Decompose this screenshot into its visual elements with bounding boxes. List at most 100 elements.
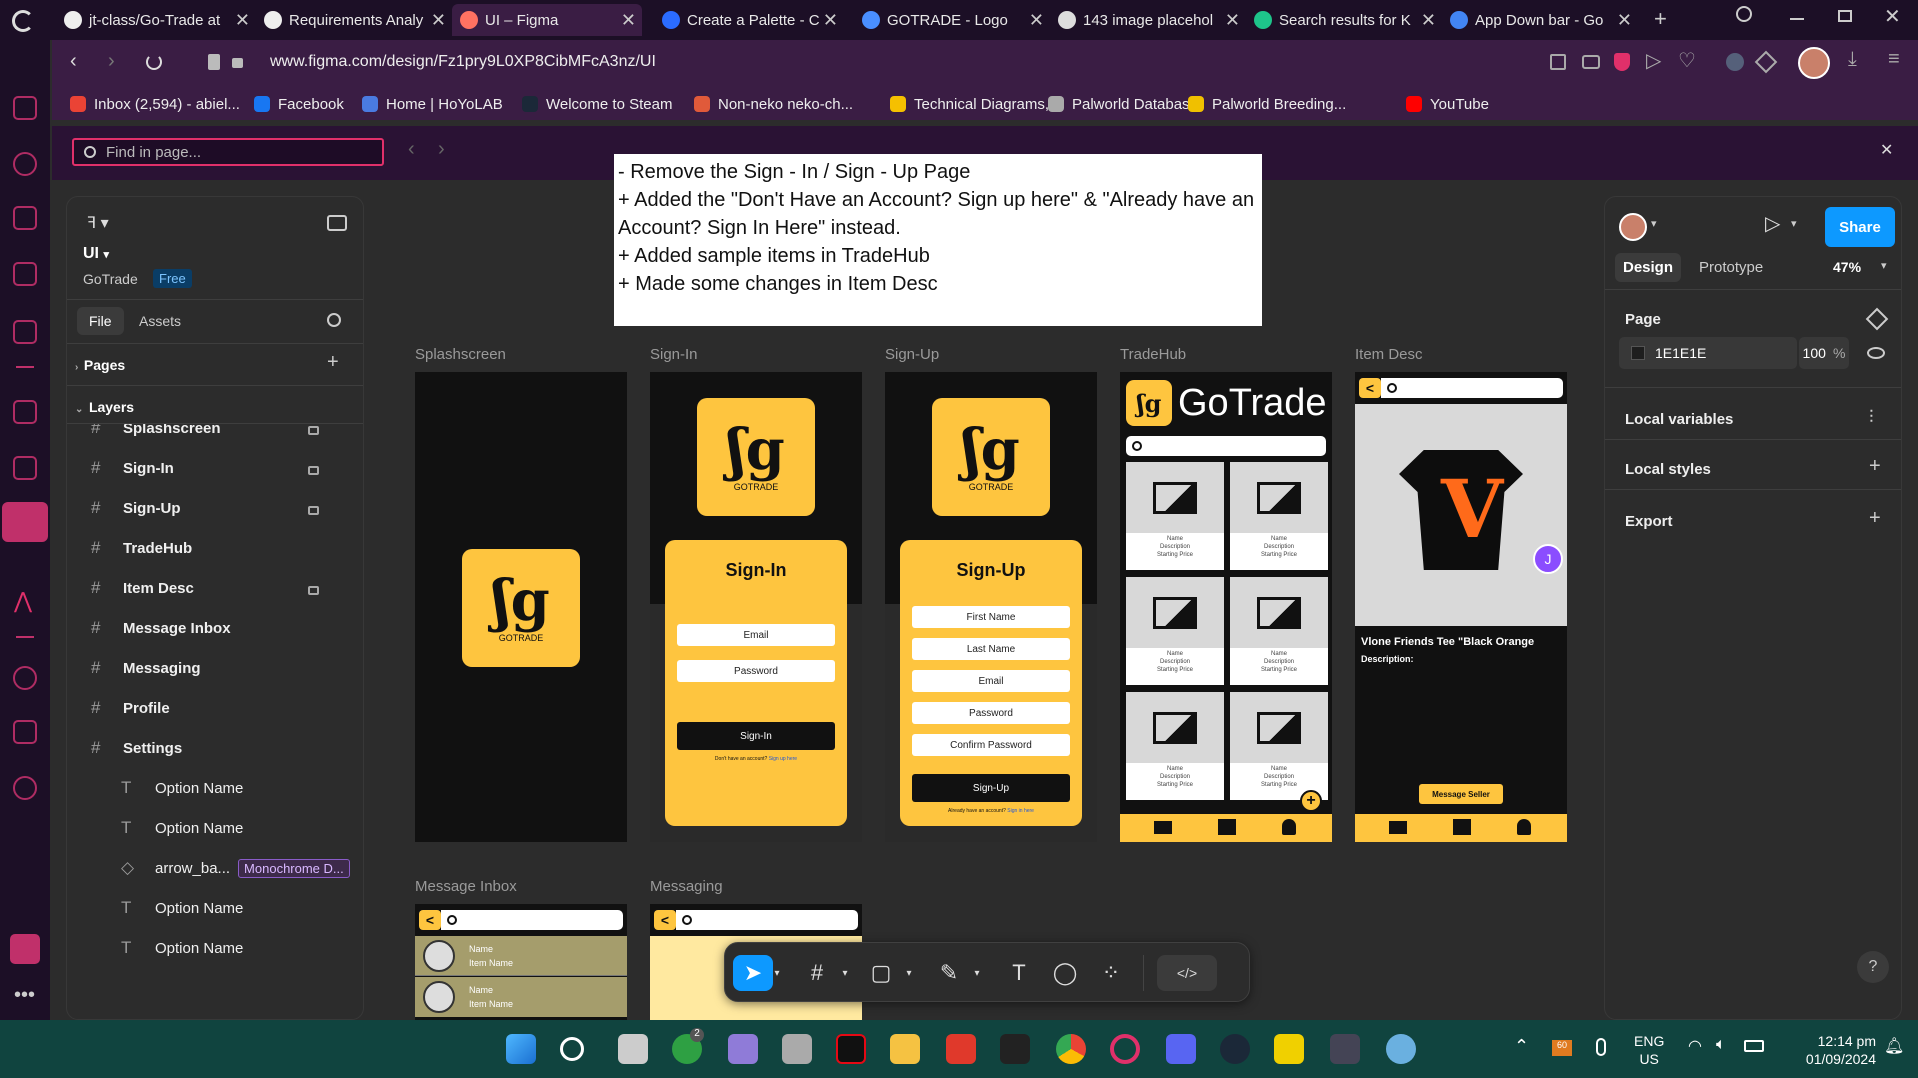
menu-icon[interactable]: ≡: [1888, 48, 1900, 71]
browser-tab[interactable]: Create a Palette - C ✕: [654, 4, 844, 36]
speedometer-icon[interactable]: [13, 152, 37, 176]
text-tool-icon[interactable]: T: [999, 955, 1039, 991]
item-tile[interactable]: Name Description Starting Price: [1126, 577, 1224, 685]
search-layers-icon[interactable]: [327, 313, 341, 327]
resources-tool-icon[interactable]: ⁘: [1091, 955, 1131, 991]
task-view-icon[interactable]: [618, 1034, 648, 1064]
project-name[interactable]: GoTrade: [83, 271, 138, 287]
frame-itemdesc[interactable]: < V J Vlone Friends Tee "Black Orange De…: [1355, 372, 1567, 842]
add-page-icon[interactable]: +: [327, 351, 339, 374]
close-tab-icon[interactable]: ✕: [823, 10, 838, 31]
move-tool-icon[interactable]: ➤: [733, 955, 773, 991]
page-color-field[interactable]: 1E1E1E: [1619, 337, 1797, 369]
shield-icon[interactable]: [1614, 53, 1630, 71]
signup-link[interactable]: Sign up here: [769, 756, 797, 762]
tab-prototype[interactable]: Prototype: [1699, 259, 1763, 276]
frame-signup[interactable]: ʃg GOTRADE Sign-Up First Name Last Name …: [885, 372, 1097, 842]
new-tab-button[interactable]: +: [1654, 6, 1667, 32]
item-tile[interactable]: Name Description Starting Price: [1230, 462, 1328, 570]
wifi-icon[interactable]: ◠: [1688, 1036, 1702, 1056]
bookmark-item[interactable]: Non-neko neko-ch...: [694, 88, 853, 120]
layer-item[interactable]: # Splashscreen: [67, 424, 363, 448]
layer-item[interactable]: # Settings: [67, 728, 363, 768]
messaging-search[interactable]: [676, 910, 858, 930]
volume-icon[interactable]: 🔈︎: [1716, 1036, 1726, 1054]
battery-app-icon[interactable]: 60: [1552, 1040, 1572, 1056]
inbox-search[interactable]: [441, 910, 623, 930]
local-variables-label[interactable]: Local variables: [1625, 411, 1733, 428]
plan-badge[interactable]: Free: [153, 269, 192, 288]
notifications-bell-icon[interactable]: 🔔︎: [1884, 1036, 1904, 1056]
game-icon[interactable]: [1330, 1034, 1360, 1064]
figma-menu-icon[interactable]: ꟻ ▾: [87, 213, 109, 233]
browser-tab[interactable]: 143 image placehol ✕: [1050, 4, 1246, 36]
lock-icon[interactable]: [308, 586, 319, 595]
find-prev-icon[interactable]: ‹: [408, 138, 415, 161]
back-button[interactable]: <: [419, 910, 441, 930]
mic-icon[interactable]: [1596, 1038, 1606, 1056]
camera-app-icon[interactable]: [728, 1034, 758, 1064]
profile-avatar[interactable]: [1798, 47, 1830, 79]
store-icon[interactable]: [1453, 819, 1471, 835]
controller-icon[interactable]: [13, 400, 37, 424]
settings-icon[interactable]: [13, 776, 37, 800]
lock-icon[interactable]: [308, 466, 319, 475]
signin-button[interactable]: Sign-In: [677, 722, 835, 750]
minimize-button[interactable]: [1790, 18, 1804, 20]
browser-tab[interactable]: Search results for K ✕: [1246, 4, 1442, 36]
close-window-button[interactable]: ✕: [1884, 4, 1901, 29]
profile-icon[interactable]: [1282, 819, 1296, 835]
signup-prompt[interactable]: Don't have an account? Sign up here: [665, 756, 847, 762]
lock-icon[interactable]: [308, 426, 319, 435]
itemdesc-search[interactable]: [1381, 378, 1563, 398]
cube-app-icon[interactable]: [782, 1034, 812, 1064]
layer-item[interactable]: T Option Name: [67, 768, 363, 808]
browser-tab[interactable]: App Down bar - Go ✕: [1442, 4, 1638, 36]
browser-tab[interactable]: GOTRADE - Logo ✕: [854, 4, 1050, 36]
signin-link[interactable]: Sign in here: [1007, 808, 1034, 814]
bag-icon[interactable]: [13, 206, 37, 230]
search-icon[interactable]: [560, 1037, 584, 1061]
language-indicator[interactable]: ENG US: [1634, 1032, 1664, 1068]
chrome-icon[interactable]: [1056, 1034, 1086, 1064]
layer-item[interactable]: # TradeHub: [67, 528, 363, 568]
close-tab-icon[interactable]: ✕: [1421, 10, 1436, 31]
signup-button[interactable]: Sign-Up: [912, 774, 1070, 802]
collaborator-avatar[interactable]: J: [1533, 544, 1563, 574]
url-field[interactable]: www.figma.com/design/Fz1pry9L0XP8CibMFcA…: [270, 53, 656, 71]
bookmark-item[interactable]: Welcome to Steam: [522, 88, 672, 120]
app-icon[interactable]: [1274, 1034, 1304, 1064]
frame-tool-icon[interactable]: #: [797, 955, 837, 991]
opera-gx-icon[interactable]: [1110, 1034, 1140, 1064]
browser-tab[interactable]: jt-class/Go-Trade at ✕: [56, 4, 256, 36]
browser-logo-icon[interactable]: [12, 10, 34, 32]
layer-item[interactable]: # Sign-In: [67, 448, 363, 488]
frame-splashscreen[interactable]: ʃg GOTRADE: [415, 372, 627, 842]
mail-icon[interactable]: [1389, 821, 1407, 834]
pen-tool-icon[interactable]: ✎: [929, 955, 969, 991]
help-button[interactable]: ?: [1857, 951, 1889, 983]
discord-icon[interactable]: [1166, 1034, 1196, 1064]
find-input[interactable]: Find in page...: [72, 138, 384, 166]
cube-icon[interactable]: [13, 720, 37, 744]
add-export-icon[interactable]: +: [1869, 507, 1881, 530]
layer-item[interactable]: T Option Name: [67, 808, 363, 848]
chevron-up-icon[interactable]: ⌃: [1514, 1036, 1529, 1057]
clipboard-icon[interactable]: [208, 54, 220, 70]
styles-icon[interactable]: [1865, 307, 1889, 331]
skull-active-icon[interactable]: [2, 502, 48, 542]
share-button[interactable]: Share: [1825, 207, 1895, 247]
gamepad-icon[interactable]: [13, 96, 37, 120]
layer-item[interactable]: # Profile: [67, 688, 363, 728]
pages-section[interactable]: › Pages: [75, 357, 125, 373]
inbox-row[interactable]: Name Item Name: [415, 936, 627, 976]
chevron-down-icon[interactable]: ▾: [769, 955, 785, 991]
frame-label-messaging[interactable]: Messaging: [650, 878, 723, 895]
toggle-sidebar-icon[interactable]: [327, 215, 347, 231]
first-name-field[interactable]: First Name: [912, 606, 1070, 628]
password-field[interactable]: Password: [677, 660, 835, 682]
chevron-down-icon[interactable]: ▾: [901, 955, 917, 991]
frame-label-splash[interactable]: Splashscreen: [415, 346, 506, 363]
bookmark-item[interactable]: Palworld Breeding...: [1188, 88, 1346, 120]
calendar-icon[interactable]: [13, 320, 37, 344]
